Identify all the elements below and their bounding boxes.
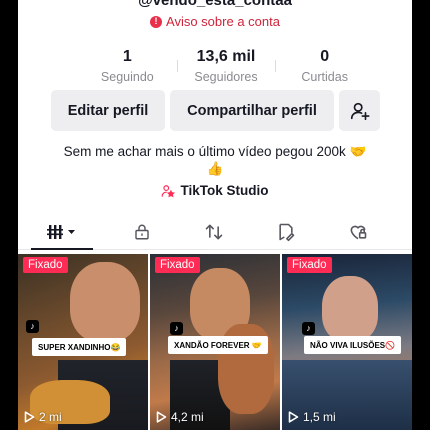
tab-private[interactable] <box>106 215 178 249</box>
stat-following[interactable]: 1 Seguindo <box>78 48 177 84</box>
view-count: 1,5 mi <box>288 410 336 424</box>
play-icon <box>156 411 167 423</box>
profile-stats: 1 Seguindo 13,6 mil Seguidores 0 Curtida… <box>78 48 374 84</box>
bio-line-2: 👍 <box>206 161 224 176</box>
video-caption: SUPER XANDINHO😂 <box>32 338 127 356</box>
stat-likes-label: Curtidas <box>301 70 348 84</box>
video-caption: NÃO VIVA ILUSÕES🚫 <box>304 336 402 354</box>
tab-liked[interactable] <box>322 215 394 249</box>
video-thumbnail-2[interactable]: Fixado ♪ XANDÃO FOREVER 🤝 4,2 mi <box>150 254 280 430</box>
stat-followers[interactable]: 13,6 mil Seguidores <box>176 48 276 84</box>
profile-tabs <box>18 215 412 250</box>
profile-username: @vendo_esta_contaa <box>138 0 292 9</box>
profile-bio: Sem me achar mais o último vídeo pegou 2… <box>42 143 388 177</box>
thumbnail-person <box>322 276 378 342</box>
share-profile-button[interactable]: Compartilhar perfil <box>170 90 334 131</box>
view-count-value: 4,2 mi <box>171 410 204 424</box>
pinned-badge: Fixado <box>287 257 332 273</box>
stat-likes-value: 0 <box>320 48 330 65</box>
video-thumbnail-3[interactable]: Fixado ♪ NÃO VIVA ILUSÕES🚫 1,5 mi <box>282 254 412 430</box>
studio-icon <box>162 184 176 197</box>
tab-videos[interactable] <box>18 215 106 250</box>
view-count: 4,2 mi <box>156 410 204 424</box>
pinned-badge: Fixado <box>155 257 200 273</box>
stat-likes[interactable]: 0 Curtidas <box>275 48 374 84</box>
saved-icon <box>279 223 295 242</box>
tiktok-studio-link[interactable]: TikTok Studio <box>18 183 412 198</box>
view-count-value: 2 mi <box>39 410 62 424</box>
stat-following-label: Seguindo <box>100 70 154 84</box>
play-icon <box>24 411 35 423</box>
lock-icon <box>135 224 149 240</box>
add-user-icon <box>350 102 370 120</box>
thumbnail-person <box>70 262 140 342</box>
tab-reposts[interactable] <box>178 215 250 249</box>
account-warning[interactable]: ! Aviso sobre a conta <box>18 14 412 29</box>
tiktok-logo-icon: ♪ <box>26 320 39 333</box>
stat-following-value: 1 <box>122 48 132 65</box>
profile-screen: @vendo_esta_contaa ! Aviso sobre a conta… <box>18 0 412 430</box>
view-count-value: 1,5 mi <box>303 410 336 424</box>
view-count: 2 mi <box>24 410 62 424</box>
liked-icon <box>350 225 367 240</box>
tiktok-studio-label: TikTok Studio <box>180 183 269 198</box>
tab-favorites[interactable] <box>250 215 322 249</box>
tiktok-logo-icon: ♪ <box>170 322 183 335</box>
videos-grid-icon <box>47 225 75 239</box>
profile-actions: Editar perfil Compartilhar perfil <box>51 90 380 131</box>
account-warning-label: Aviso sobre a conta <box>166 14 280 29</box>
pinned-badge: Fixado <box>23 257 68 273</box>
video-caption: XANDÃO FOREVER 🤝 <box>168 336 268 354</box>
tiktok-logo-icon: ♪ <box>302 322 315 335</box>
stat-followers-value: 13,6 mil <box>196 48 256 65</box>
add-friend-button[interactable] <box>339 90 380 131</box>
edit-profile-button[interactable]: Editar perfil <box>51 90 165 131</box>
repost-icon <box>205 224 223 240</box>
play-icon <box>288 411 299 423</box>
video-thumbnail-1[interactable]: Fixado ♪ SUPER XANDINHO😂 2 mi <box>18 254 148 430</box>
bio-line-1: Sem me achar mais o último vídeo pegou 2… <box>63 144 367 159</box>
warning-icon: ! <box>150 15 163 28</box>
video-grid: Fixado ♪ SUPER XANDINHO😂 2 mi Fixado ♪ X… <box>18 254 412 430</box>
stat-followers-label: Seguidores <box>194 70 258 84</box>
